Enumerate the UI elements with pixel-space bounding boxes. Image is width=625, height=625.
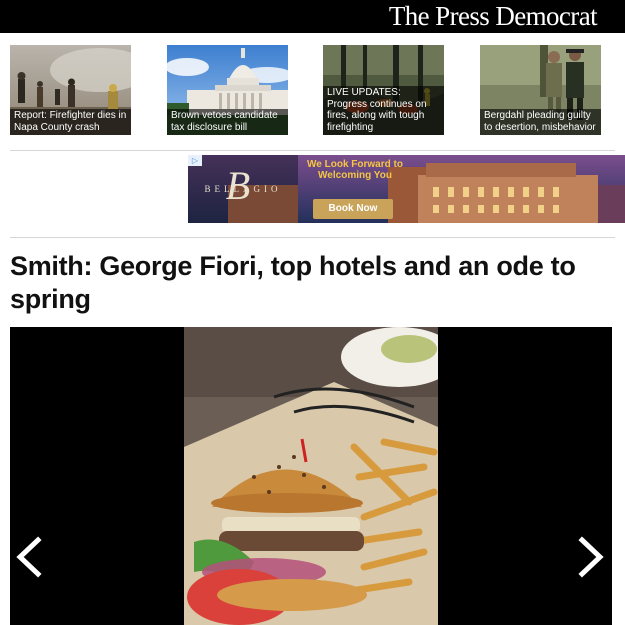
masthead: The Press Democrat — [0, 0, 625, 33]
ad-choices-icon[interactable]: ▷ — [188, 155, 202, 166]
ad-logo: BELLAGIO — [204, 184, 282, 194]
gallery-next-button[interactable] — [570, 532, 610, 582]
article-title: Smith: George Fiori, top hotels and an o… — [10, 251, 576, 314]
headline-tile-bergdahl[interactable]: Bergdahl pleading guilty to desertion, m… — [480, 45, 601, 135]
headline-strip: Report: Firefighter dies in Napa County … — [10, 45, 615, 135]
chevron-right-icon — [578, 536, 604, 578]
ad-headline: We Look Forward to Welcoming You — [307, 159, 403, 181]
gallery-prev-button[interactable] — [10, 532, 50, 582]
headline-caption: Brown vetoes candidate tax disclosure bi… — [167, 109, 288, 135]
headline-caption: Report: Firefighter dies in Napa County … — [10, 109, 131, 135]
divider — [10, 150, 615, 151]
chevron-left-icon — [16, 536, 42, 578]
headline-tile-firefighter[interactable]: Report: Firefighter dies in Napa County … — [10, 45, 131, 135]
headline-caption: LIVE UPDATES: Progress continues on fire… — [323, 86, 444, 135]
site-logo[interactable]: The Press Democrat — [389, 0, 598, 33]
photo-gallery[interactable] — [10, 327, 612, 625]
burger-and-fries-photo — [184, 327, 438, 625]
headline-caption: Bergdahl pleading guilty to desertion, m… — [480, 109, 601, 135]
ad-banner-bellagio[interactable]: ▷ B BELLAGIO We Look Forward to Welcomin… — [188, 155, 625, 223]
headline-tile-capitol[interactable]: Brown vetoes candidate tax disclosure bi… — [167, 45, 288, 135]
book-now-button[interactable]: Book Now — [313, 199, 393, 219]
headline-tile-fire-updates[interactable]: LIVE UPDATES: Progress continues on fire… — [323, 45, 444, 135]
divider — [10, 237, 615, 238]
